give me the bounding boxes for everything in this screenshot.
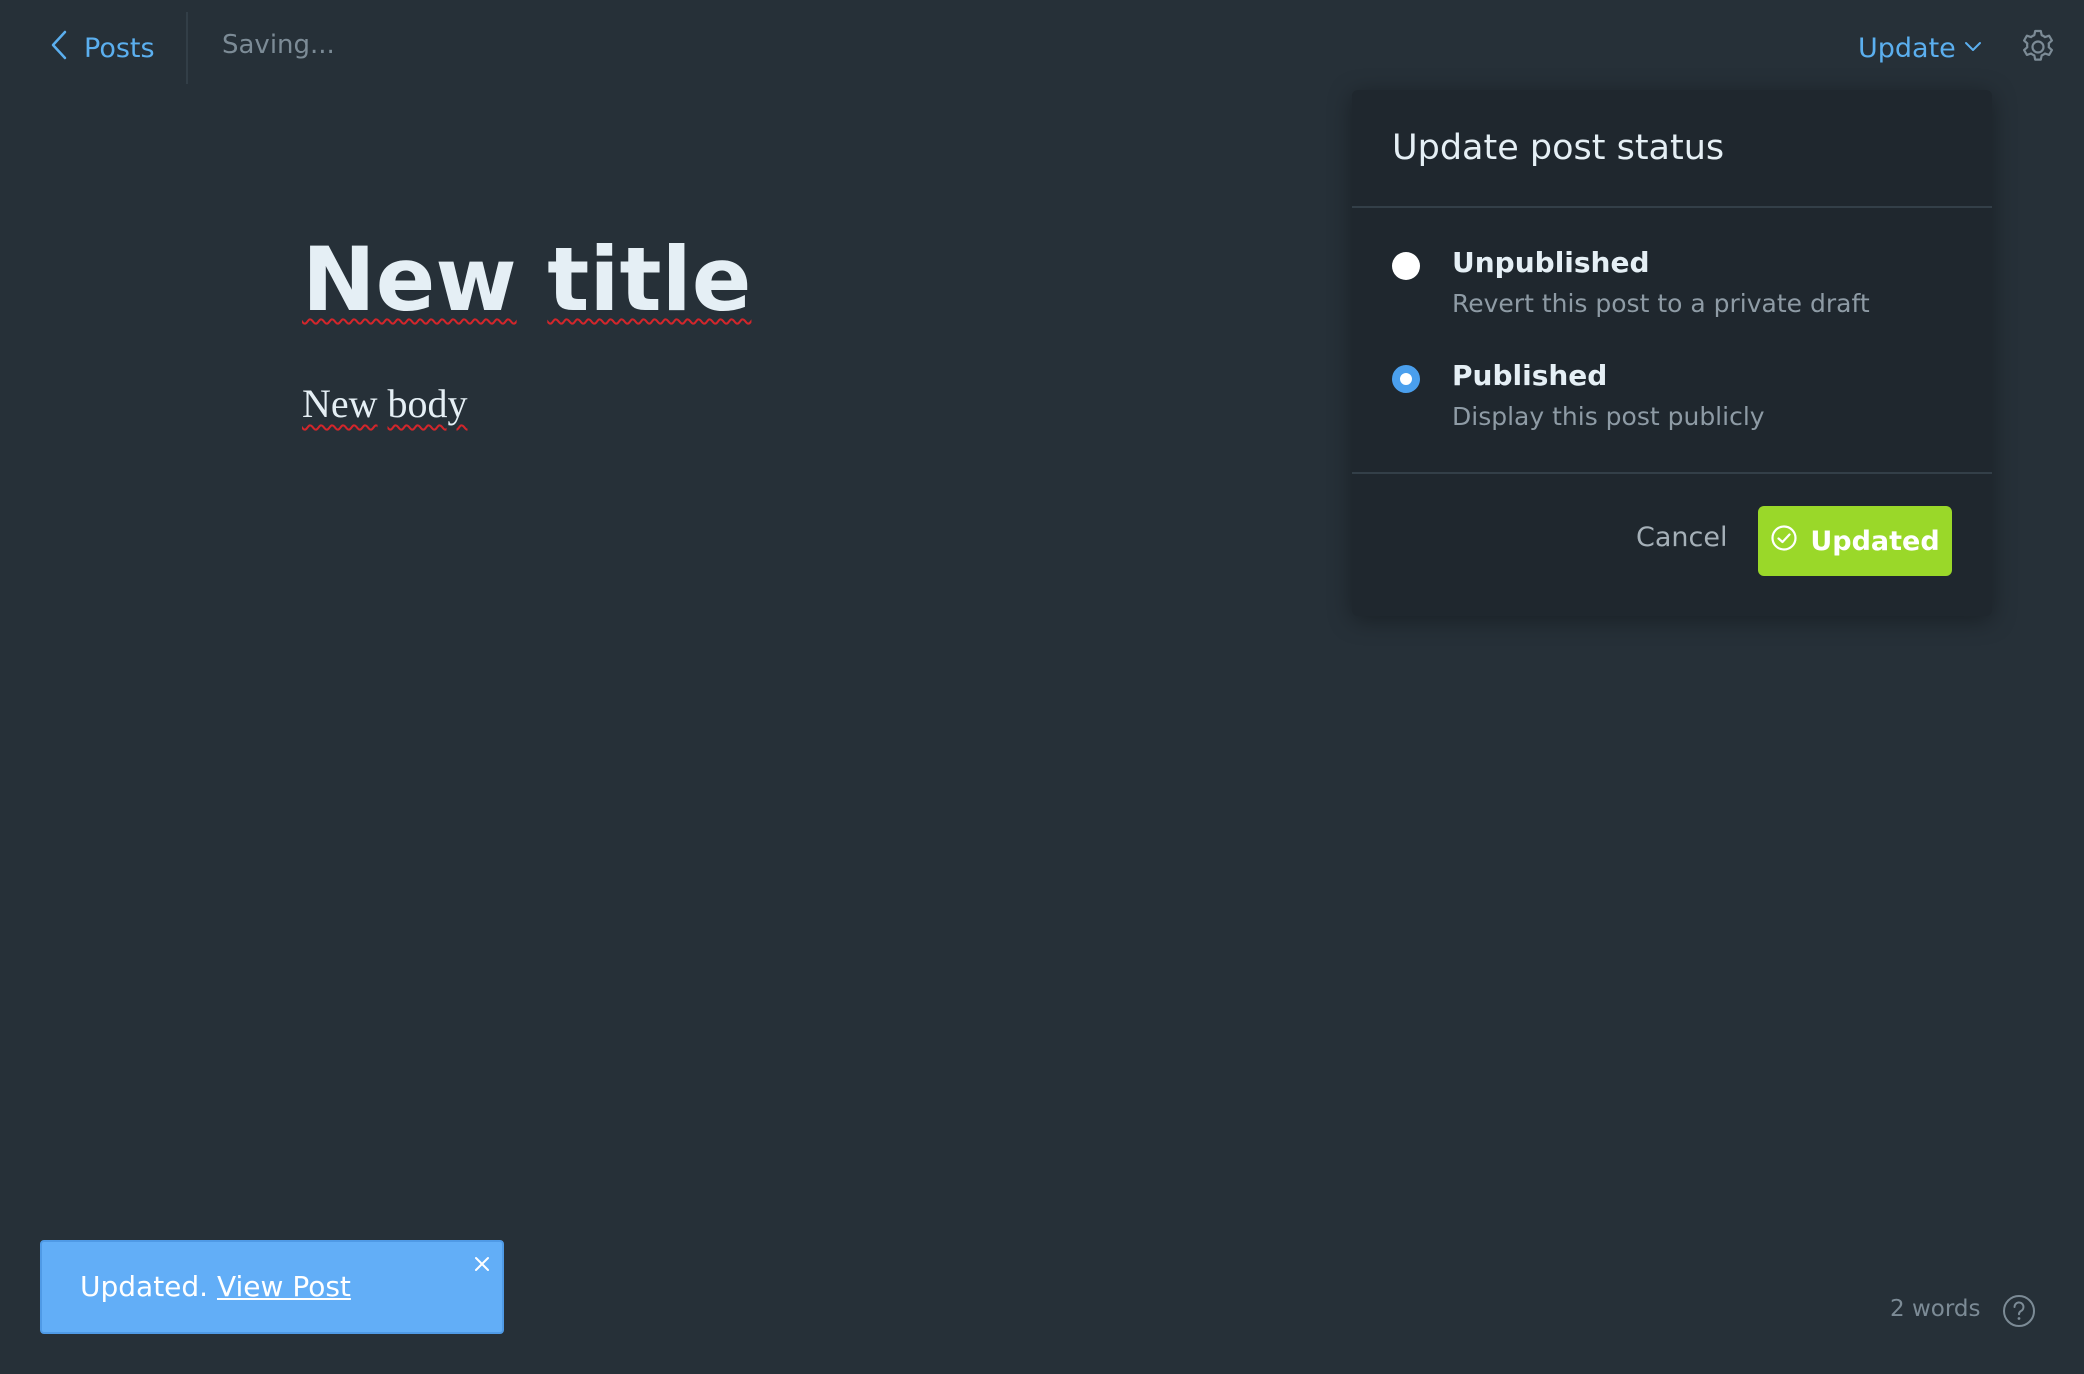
topbar-divider: [186, 12, 188, 84]
chevron-down-icon: [1962, 32, 1984, 65]
option-description: Display this post publicly: [1452, 402, 1765, 431]
view-post-link[interactable]: View Post: [217, 1270, 351, 1303]
option-description: Revert this post to a private draft: [1452, 289, 1870, 318]
chevron-left-icon: [48, 28, 70, 69]
word-count: 2 words: [1890, 1296, 1981, 1322]
popover-divider: [1352, 472, 1992, 474]
post-body[interactable]: New body: [302, 380, 468, 427]
check-circle-icon: [1770, 524, 1798, 559]
cancel-button[interactable]: Cancel: [1636, 522, 1727, 553]
status-option-unpublished[interactable]: Unpublished Revert this post to a privat…: [1392, 246, 1870, 318]
body-word: body: [387, 381, 468, 426]
toast-message: Updated.: [80, 1270, 209, 1303]
body-word: New: [302, 381, 378, 426]
save-status: Saving...: [222, 30, 335, 60]
gear-icon: [2018, 29, 2058, 71]
back-link-label: Posts: [84, 32, 155, 64]
update-button-label: Update: [1858, 32, 1956, 64]
updated-button-label: Updated: [1810, 525, 1940, 557]
title-word: title: [547, 228, 752, 331]
close-icon: [472, 1257, 492, 1278]
toast-notification: Updated. View Post: [40, 1240, 504, 1334]
title-word: New: [302, 228, 517, 331]
published-radio[interactable]: [1392, 365, 1420, 393]
editor-page: Posts Saving... Update New title New bod…: [0, 0, 2084, 1374]
toast-close-button[interactable]: [472, 1254, 492, 1274]
post-title[interactable]: New title: [302, 228, 751, 331]
option-label: Published: [1452, 359, 1608, 392]
status-option-published[interactable]: Published Display this post publicly: [1392, 359, 1765, 431]
help-button[interactable]: [2002, 1294, 2036, 1328]
update-dropdown-button[interactable]: Update: [1858, 28, 1984, 68]
top-bar: Posts Saving... Update: [0, 0, 2084, 96]
question-circle-icon: [2002, 1295, 2036, 1332]
updated-button[interactable]: Updated: [1758, 506, 1952, 576]
unpublished-radio[interactable]: [1392, 252, 1420, 280]
back-to-posts-link[interactable]: Posts: [48, 28, 155, 68]
popover-title: Update post status: [1352, 90, 1992, 208]
option-label: Unpublished: [1452, 246, 1650, 279]
settings-button[interactable]: [2018, 27, 2058, 67]
